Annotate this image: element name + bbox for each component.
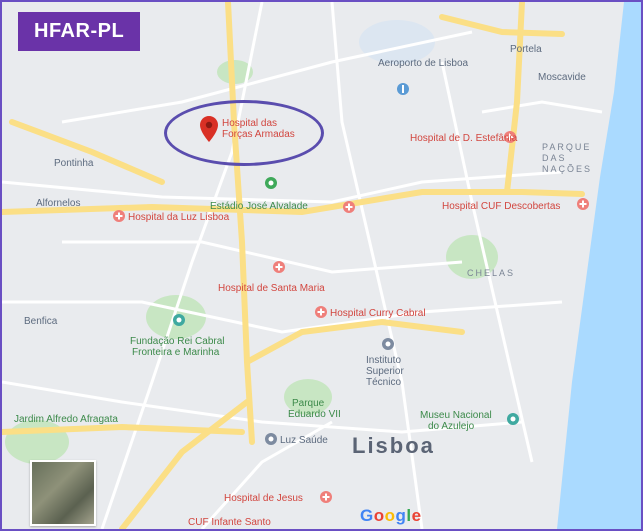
hospital-label[interactable]: Hospital de D. Estefânia [410,133,517,144]
district-label: PARQUE DAS NAÇÕES [542,142,593,174]
hospital-pin-icon[interactable] [272,260,286,274]
place-label[interactable]: Museu Nacional [420,410,492,421]
stadium-pin-icon[interactable] [264,176,278,190]
google-logo-letter: g [395,506,407,525]
hospital-label[interactable]: Hospital CUF Descobertas [442,201,560,212]
place-label[interactable]: Técnico [366,377,401,388]
map-title-badge: HFAR-PL [18,12,141,51]
museum-pin-icon[interactable] [506,412,520,426]
park-pin-icon[interactable] [172,313,186,327]
satellite-layer-toggle[interactable] [30,460,96,526]
google-logo-letter: o [384,506,396,525]
place-label[interactable]: Pontinha [54,158,93,169]
google-logo-letter: e [411,506,422,525]
place-label[interactable]: Estádio José Alvalade [210,201,308,212]
selected-place-label-line2[interactable]: Forças Armadas [222,129,295,140]
selected-place-label-line1[interactable]: Hospital das [222,118,277,129]
place-label[interactable]: Moscavide [538,72,586,83]
district-label: CHELAS [467,268,516,278]
place-label[interactable]: Parque [292,398,324,409]
place-pin-icon[interactable] [264,432,278,446]
place-label[interactable]: Benfica [24,316,57,327]
park-area [5,420,69,464]
place-label[interactable]: do Azulejo [428,421,474,432]
google-logo-letter: o [373,506,385,525]
place-label[interactable]: Jardim Alfredo Afragata [14,414,118,425]
hospital-pin-icon[interactable] [319,490,333,504]
place-label[interactable]: Instituto [366,355,401,366]
place-label[interactable]: Superior [366,366,404,377]
google-logo: Google [360,506,422,526]
location-pin-icon[interactable] [200,116,218,142]
google-logo-letter: G [360,506,374,525]
place-label[interactable]: Alfornelos [36,198,80,209]
hospital-pin-icon[interactable] [576,197,590,211]
hospital-pin-icon[interactable] [314,305,328,319]
hospital-label[interactable]: Hospital da Luz Lisboa [128,212,229,223]
place-label[interactable]: Luz Saúde [280,435,328,446]
airport-pin-icon[interactable] [396,82,410,96]
hospital-pin-icon[interactable] [342,200,356,214]
place-label[interactable]: Fundação Rei Cabral [130,336,225,347]
place-label[interactable]: Portela [510,44,542,55]
map-frame: HFAR-PL Hospital das Forças Armadas Hosp… [0,0,643,531]
place-label[interactable]: Fronteira e Marinha [132,347,219,358]
place-label[interactable]: Aeroporto de Lisboa [378,58,468,69]
university-pin-icon[interactable] [381,337,395,351]
hospital-label[interactable]: Hospital Curry Cabral [330,308,426,319]
hospital-label[interactable]: Hospital de Jesus [224,493,303,504]
city-label: Lisboa [352,433,435,458]
hospital-pin-icon[interactable] [112,209,126,223]
place-label[interactable]: Eduardo VII [288,409,341,420]
hospital-label[interactable]: CUF Infante Santo [188,517,271,528]
hospital-label[interactable]: Hospital de Santa Maria [218,283,325,294]
